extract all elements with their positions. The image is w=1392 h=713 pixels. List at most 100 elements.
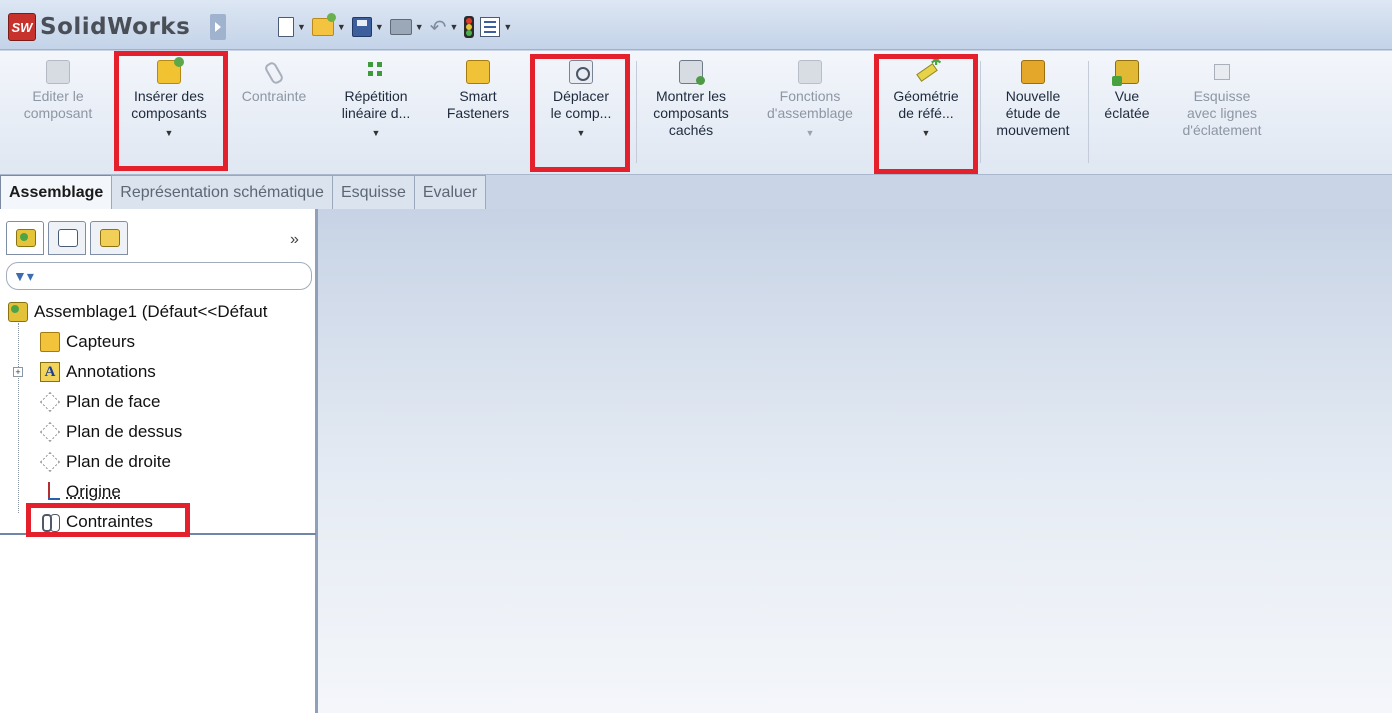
insert-components-button[interactable]: Insérer des composants ▼ xyxy=(116,56,222,168)
new-document-icon xyxy=(278,17,294,37)
smart-fasteners-button[interactable]: Smart Fasteners xyxy=(434,56,522,168)
tab-assemblage[interactable]: Assemblage xyxy=(0,175,113,209)
chevron-down-icon[interactable]: ▼ xyxy=(449,22,458,32)
plane-icon xyxy=(40,392,60,412)
feature-manager-tabs xyxy=(6,221,128,255)
filter-icon[interactable]: ▼▾ xyxy=(13,268,34,285)
chevron-down-icon[interactable]: ▼ xyxy=(415,22,424,32)
chevron-down-icon[interactable]: ▼ xyxy=(577,125,586,142)
tree-item-label: Contraintes xyxy=(66,512,153,531)
mate-button[interactable]: Contrainte xyxy=(228,56,320,168)
feature-tree: Assemblage1 (Défaut<<Défaut Capteurs + A… xyxy=(0,297,316,537)
feature-tree-icon xyxy=(16,229,36,247)
expand-plus-icon[interactable]: + xyxy=(13,367,23,377)
exploded-view-label: Vue éclatée xyxy=(1104,88,1150,121)
reference-geometry-icon xyxy=(914,52,942,84)
tree-item-label: Plan de droite xyxy=(66,452,171,471)
edit-component-label: Editer le composant xyxy=(23,88,93,121)
exploded-view-icon xyxy=(1112,60,1139,86)
linear-pattern-button[interactable]: Répétition linéaire d... ▼ xyxy=(324,56,428,168)
show-hidden-components-button[interactable]: Montrer les composants cachés xyxy=(640,56,742,168)
insert-components-icon xyxy=(157,57,184,84)
new-button[interactable]: ▼ xyxy=(276,14,308,40)
tab-configuration-manager[interactable] xyxy=(90,221,128,255)
tab-property-manager[interactable] xyxy=(48,221,86,255)
edit-component-button[interactable]: Editer le composant xyxy=(8,56,108,168)
linear-pattern-label: Répétition linéaire d... xyxy=(341,88,411,121)
move-component-icon xyxy=(569,60,593,84)
show-hidden-icon xyxy=(679,60,705,85)
smart-fasteners-label: Smart Fasteners xyxy=(446,88,510,121)
open-folder-icon xyxy=(311,13,336,36)
chevron-down-icon[interactable]: ▼ xyxy=(297,22,306,32)
mate-icon xyxy=(262,60,286,84)
plane-icon xyxy=(40,422,60,442)
linear-pattern-icon xyxy=(364,60,388,84)
rebuild-button[interactable] xyxy=(462,14,476,40)
explode-line-sketch-button[interactable]: Esquisse avec lignes d'éclatement xyxy=(1164,56,1280,168)
explode-line-sketch-icon xyxy=(1210,60,1234,84)
assembly-features-label: Fonctions d'assemblage xyxy=(767,88,853,121)
chevron-down-icon[interactable]: ▼ xyxy=(806,125,815,142)
solidworks-logo-icon: SW xyxy=(8,13,36,41)
move-component-label: Déplacer le comp... xyxy=(550,88,612,121)
tab-esquisse[interactable]: Esquisse xyxy=(331,175,415,209)
title-bar: SW SolidWorks ▼ ▼ ▼ ▼ ↶ ▼ ▼ xyxy=(0,0,1392,50)
assembly-features-button[interactable]: Fonctions d'assemblage ▼ xyxy=(746,56,874,168)
options-button[interactable]: ▼ xyxy=(478,14,514,40)
tree-item-origine[interactable]: Origine xyxy=(0,477,316,507)
new-motion-study-button[interactable]: Nouvelle étude de mouvement xyxy=(984,56,1082,168)
undo-button[interactable]: ↶ ▼ xyxy=(428,14,461,40)
chevron-down-icon[interactable]: ▼ xyxy=(165,125,174,142)
open-button[interactable]: ▼ xyxy=(310,13,348,40)
tree-root-label: Assemblage1 (Défaut<<Défaut xyxy=(34,302,268,321)
undo-icon: ↶ xyxy=(429,16,447,39)
tree-item-annotations[interactable]: + A Annotations xyxy=(0,357,316,387)
move-component-button[interactable]: Déplacer le comp... ▼ xyxy=(534,56,628,168)
smart-fasteners-icon xyxy=(466,60,490,84)
feature-manager-panel: » ▼▾ Assemblage1 (Défaut<<Défaut Capteur… xyxy=(0,209,318,713)
tab-representation-schematique[interactable]: Représentation schématique xyxy=(111,175,333,209)
reference-geometry-button[interactable]: Géométrie de réfé... ▼ xyxy=(878,52,974,168)
graphics-area[interactable] xyxy=(318,209,1392,713)
more-tabs-button[interactable]: » xyxy=(290,231,299,249)
tab-feature-tree[interactable] xyxy=(6,221,44,255)
tree-item-capteurs[interactable]: Capteurs xyxy=(0,327,316,357)
chevron-down-icon[interactable]: ▼ xyxy=(922,125,931,142)
tree-item-label: Capteurs xyxy=(66,332,135,351)
tree-filter-input[interactable]: ▼▾ xyxy=(6,262,312,290)
mates-icon xyxy=(40,512,60,532)
tree-item-label: Plan de face xyxy=(66,392,161,411)
print-button[interactable]: ▼ xyxy=(388,14,426,40)
annotations-icon: A xyxy=(40,362,60,382)
edit-component-icon xyxy=(46,60,70,84)
chevron-down-icon[interactable]: ▼ xyxy=(337,22,346,32)
app-name: SolidWorks xyxy=(40,14,191,40)
exploded-view-button[interactable]: Vue éclatée xyxy=(1094,56,1160,168)
plane-icon xyxy=(40,452,60,472)
sensors-icon xyxy=(40,332,60,352)
ribbon-separator xyxy=(636,61,637,163)
rebuild-traffic-light-icon xyxy=(464,16,475,38)
tree-root-assembly[interactable]: Assemblage1 (Défaut<<Défaut xyxy=(0,297,316,327)
print-icon xyxy=(389,19,412,35)
menu-expand-arrow-icon[interactable] xyxy=(210,14,226,40)
assembly-icon xyxy=(8,302,28,322)
tree-item-plan-de-droite[interactable]: Plan de droite xyxy=(0,447,316,477)
chevron-down-icon[interactable]: ▼ xyxy=(372,125,381,142)
panel-divider[interactable] xyxy=(0,533,316,535)
tree-item-plan-de-face[interactable]: Plan de face xyxy=(0,387,316,417)
explode-line-sketch-label: Esquisse avec lignes d'éclatement xyxy=(1182,88,1262,138)
ribbon-separator xyxy=(1088,61,1089,163)
tab-evaluer[interactable]: Evaluer xyxy=(413,175,487,209)
solidworks-logo[interactable]: SW SolidWorks xyxy=(8,12,190,42)
configuration-manager-icon xyxy=(100,229,120,247)
chevron-down-icon[interactable]: ▼ xyxy=(375,22,384,32)
save-button[interactable]: ▼ xyxy=(350,14,386,40)
assembly-features-icon xyxy=(798,60,822,84)
command-manager-ribbon: Editer le composant Insérer des composan… xyxy=(0,51,1392,175)
tree-item-plan-de-dessus[interactable]: Plan de dessus xyxy=(0,417,316,447)
insert-components-label: Insérer des composants xyxy=(131,88,207,121)
motion-study-icon xyxy=(1021,60,1045,84)
chevron-down-icon[interactable]: ▼ xyxy=(503,22,512,32)
